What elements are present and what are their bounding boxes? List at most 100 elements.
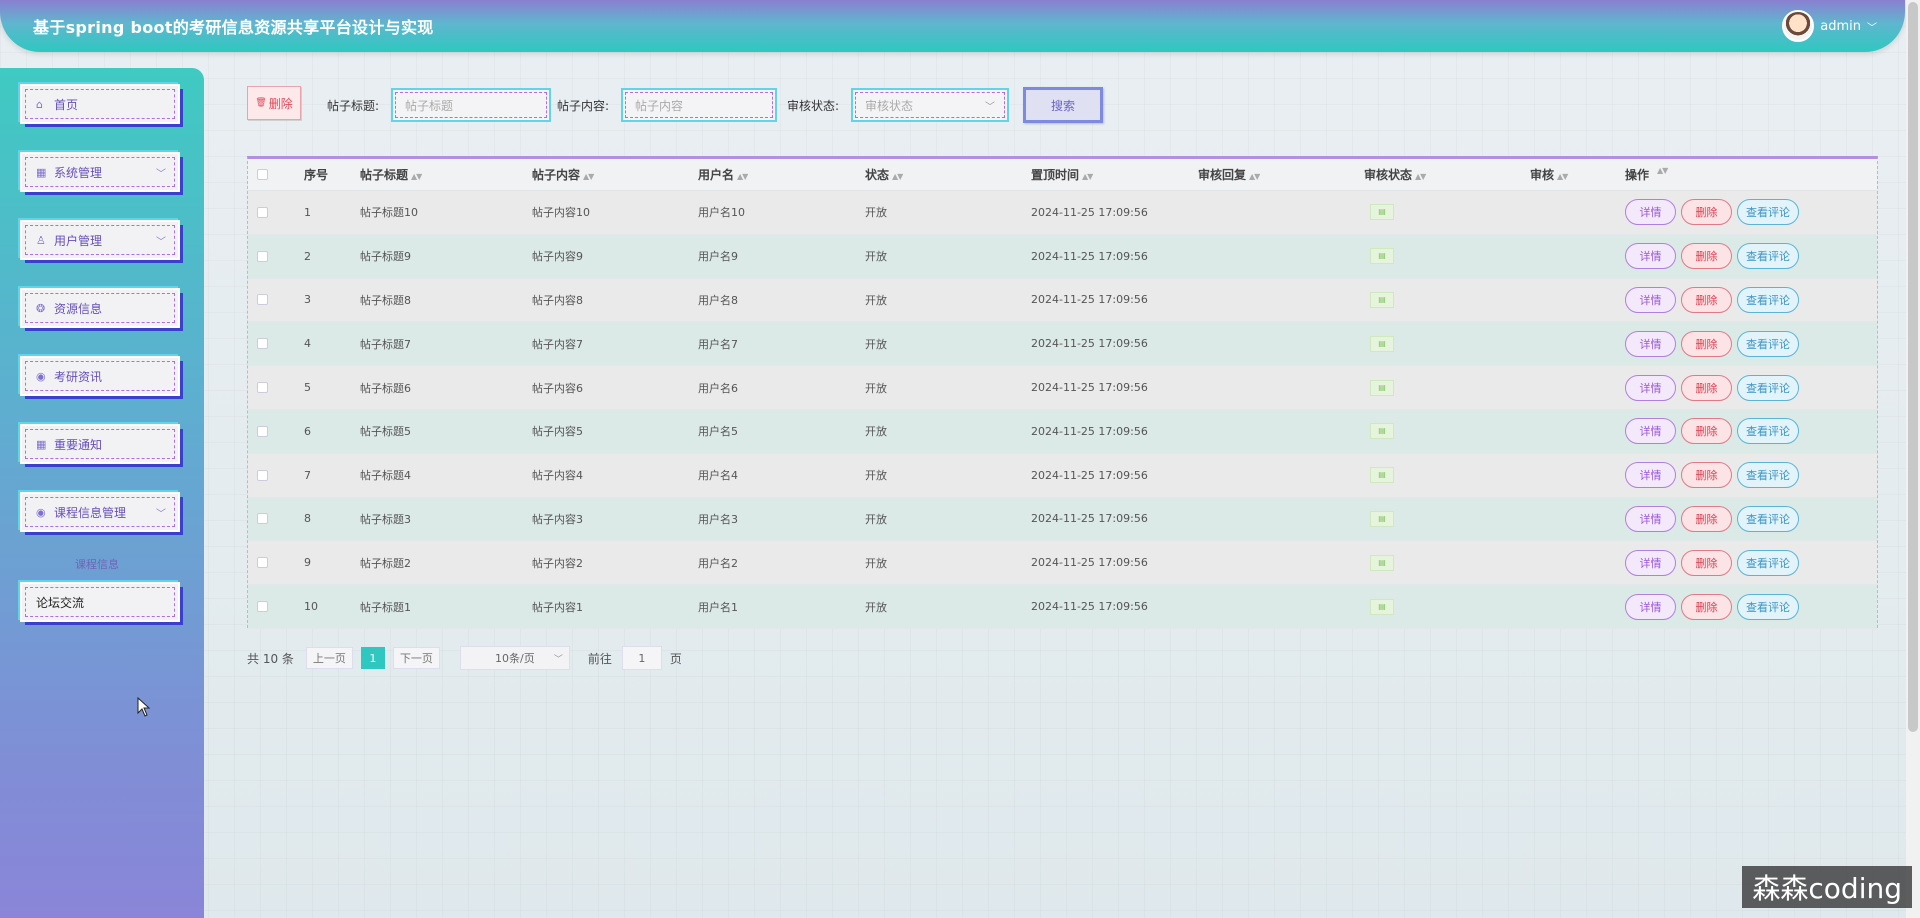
title-filter-input[interactable]: 帖子标题 — [391, 88, 551, 122]
detail-button[interactable]: 详情 — [1625, 462, 1676, 489]
sidebar-item-resources[interactable]: ❂ 资源信息 — [20, 288, 180, 328]
sidebar-item-news[interactable]: ◉ 考研资讯 — [20, 356, 180, 396]
col-header-audit-status[interactable]: 审核状态 ▲▼ — [1364, 166, 1530, 183]
status-filter-select[interactable]: 审核状态 ﹀ — [851, 88, 1009, 122]
pagination: 共 10 条 上一页 1 下一页 10条/页 ﹀ 前往 1 页 — [247, 646, 682, 670]
sort-icon[interactable]: ▲▼ — [1249, 172, 1260, 181]
detail-button[interactable]: 详情 — [1625, 286, 1676, 313]
cell-ops: 详情 删除 查看评论 — [1625, 286, 1885, 313]
goto-page-input[interactable]: 1 — [621, 646, 662, 670]
row-checkbox[interactable] — [257, 425, 268, 437]
col-header-audit-reply[interactable]: 审核回复 ▲▼ — [1198, 166, 1364, 183]
username[interactable]: admin — [1820, 19, 1861, 34]
detail-button[interactable]: 详情 — [1625, 549, 1676, 576]
sidebar-subitem-course-info[interactable]: 课程信息 — [75, 556, 119, 572]
view-comments-button[interactable]: 查看评论 — [1737, 330, 1799, 357]
sidebar-item-system[interactable]: ▦ 系统管理 ﹀ — [20, 152, 180, 192]
chevron-down-icon[interactable]: ﹀ — [1867, 19, 1877, 34]
row-checkbox[interactable] — [257, 513, 268, 525]
sort-icon[interactable]: ▲▼ — [1082, 172, 1093, 181]
sidebar-item-notices[interactable]: ▦ 重要通知 — [20, 424, 180, 464]
col-header-title[interactable]: 帖子标题 ▲▼ — [360, 166, 532, 183]
col-header-status[interactable]: 状态 ▲▼ — [865, 166, 1031, 183]
audit-status-badge: ▤ — [1370, 335, 1394, 352]
row-checkbox[interactable] — [257, 250, 268, 262]
cell-pin-time: 2024-11-25 17:09:56 — [1031, 468, 1148, 482]
prev-page-button[interactable]: 上一页 — [305, 647, 353, 669]
search-button[interactable]: 搜索 — [1023, 87, 1103, 123]
next-page-button[interactable]: 下一页 — [392, 647, 440, 669]
delete-button[interactable]: 删除 — [1681, 418, 1732, 445]
sidebar-item-courses[interactable]: ◉ 课程信息管理 ﹀ — [20, 492, 180, 532]
sort-icon[interactable]: ▲▼ — [583, 172, 594, 181]
detail-button[interactable]: 详情 — [1625, 330, 1676, 357]
page-size-select[interactable]: 10条/页 ﹀ — [459, 646, 570, 670]
view-comments-button[interactable]: 查看评论 — [1737, 462, 1799, 489]
table-row: 3 帖子标题8 帖子内容8 用户名8 开放 2024-11-25 17:09:56 ▤ 详情删… — [248, 278, 1877, 323]
row-checkbox[interactable] — [257, 206, 268, 218]
delete-button[interactable]: 删除 — [1681, 330, 1732, 357]
row-checkbox[interactable] — [257, 294, 268, 306]
row-checkbox[interactable] — [257, 338, 268, 350]
row-checkbox[interactable] — [257, 469, 268, 481]
user-menu[interactable]: admin ﹀ — [1782, 10, 1877, 42]
sort-icon[interactable]: ▲▼ — [1415, 172, 1426, 181]
delete-button[interactable]: 删除 — [1681, 243, 1732, 270]
sidebar-item-forum[interactable]: 论坛交流 — [20, 582, 180, 622]
cell-status: 开放 — [865, 556, 887, 570]
view-comments-button[interactable]: 查看评论 — [1737, 549, 1799, 576]
delete-button[interactable]: 删除 — [1681, 505, 1732, 532]
table-row: 2 帖子标题9 帖子内容9 用户名9 开放 2024-11-25 17:09:56 ▤ 详情删… — [248, 234, 1877, 279]
sort-icon[interactable]: ▲▼ — [892, 172, 903, 181]
detail-button[interactable]: 详情 — [1625, 374, 1676, 401]
col-header-content[interactable]: 帖子内容 ▲▼ — [532, 166, 698, 183]
view-comments-button[interactable]: 查看评论 — [1737, 286, 1799, 313]
delete-button[interactable]: 删除 — [1681, 462, 1732, 489]
view-comments-button[interactable]: 查看评论 — [1737, 199, 1799, 226]
col-header-user[interactable]: 用户名 ▲▼ — [698, 166, 865, 183]
sidebar-item-users[interactable]: ♙ 用户管理 ﹀ — [20, 220, 180, 260]
view-comments-button[interactable]: 查看评论 — [1737, 243, 1799, 270]
content-filter-input[interactable]: 帖子内容 — [621, 88, 777, 122]
sort-icon[interactable]: ▲▼ — [411, 172, 422, 181]
sort-icon[interactable]: ▲▼ — [1657, 166, 1668, 183]
cell-title: 帖子标题1 — [360, 600, 411, 614]
chevron-down-icon: ﹀ — [553, 654, 563, 665]
select-all-checkbox[interactable] — [257, 169, 268, 180]
sidebar-item-home[interactable]: ⌂ 首页 — [20, 84, 180, 124]
batch-delete-button[interactable]: 🗑 删除 — [247, 86, 301, 120]
detail-button[interactable]: 详情 — [1625, 593, 1676, 620]
view-comments-button[interactable]: 查看评论 — [1737, 505, 1799, 532]
page-scrollbar[interactable] — [1906, 0, 1920, 918]
row-checkbox[interactable] — [257, 382, 268, 394]
row-checkbox[interactable] — [257, 557, 268, 569]
cell-status: 开放 — [865, 206, 887, 220]
col-header-pin-time[interactable]: 置顶时间 ▲▼ — [1031, 166, 1198, 183]
delete-button[interactable]: 删除 — [1681, 593, 1732, 620]
page-1-button[interactable]: 1 — [360, 647, 385, 669]
detail-button[interactable]: 详情 — [1625, 505, 1676, 532]
cell-title: 帖子标题5 — [360, 425, 411, 439]
delete-button[interactable]: 删除 — [1681, 286, 1732, 313]
col-header-audit[interactable]: 审核 ▲▼ — [1530, 166, 1625, 183]
detail-button[interactable]: 详情 — [1625, 418, 1676, 445]
avatar[interactable] — [1782, 10, 1815, 42]
sort-icon[interactable]: ▲▼ — [1557, 172, 1568, 181]
delete-button[interactable]: 删除 — [1681, 549, 1732, 576]
delete-button[interactable]: 删除 — [1681, 374, 1732, 401]
cell-pin-time: 2024-11-25 17:09:56 — [1031, 600, 1148, 614]
detail-button[interactable]: 详情 — [1625, 243, 1676, 270]
view-comments-button[interactable]: 查看评论 — [1737, 374, 1799, 401]
cell-pin-time: 2024-11-25 17:09:56 — [1031, 337, 1148, 351]
scrollbar-thumb[interactable] — [1908, 2, 1918, 732]
detail-button[interactable]: 详情 — [1625, 199, 1676, 226]
view-comments-button[interactable]: 查看评论 — [1737, 593, 1799, 620]
delete-button[interactable]: 删除 — [1681, 199, 1732, 226]
view-comments-button[interactable]: 查看评论 — [1737, 418, 1799, 445]
row-checkbox[interactable] — [257, 601, 268, 613]
sort-icon[interactable]: ▲▼ — [737, 172, 748, 181]
cell-user: 用户名7 — [698, 337, 738, 351]
cell-status: 开放 — [865, 337, 887, 351]
col-header-ops[interactable]: 操作 ▲▼ — [1625, 166, 1885, 183]
user-icon: ♙ — [36, 233, 46, 247]
